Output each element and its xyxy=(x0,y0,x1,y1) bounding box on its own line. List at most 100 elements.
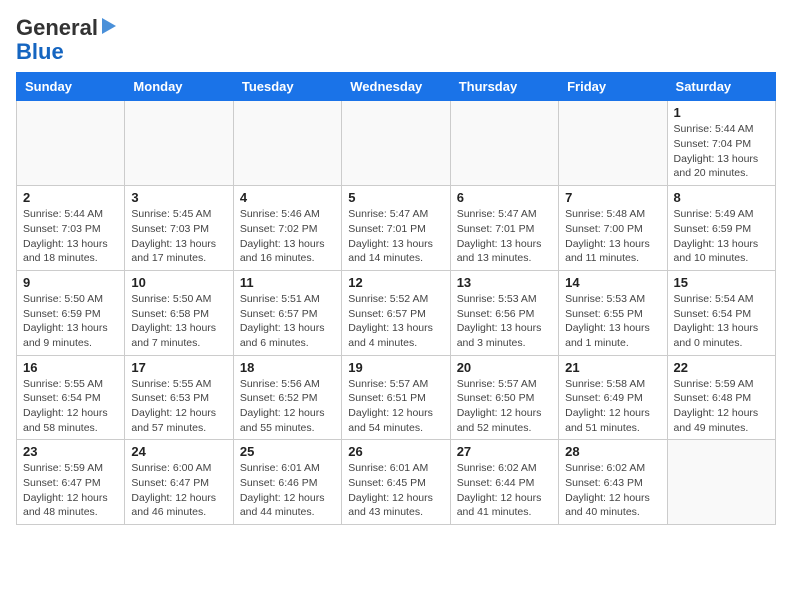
day-info: Sunrise: 5:55 AM Sunset: 6:54 PM Dayligh… xyxy=(23,377,118,436)
day-info: Sunrise: 5:52 AM Sunset: 6:57 PM Dayligh… xyxy=(348,292,443,351)
calendar-cell: 12 Sunrise: 5:52 AM Sunset: 6:57 PM Dayli… xyxy=(342,270,450,355)
day-info: Sunrise: 5:47 AM Sunset: 7:01 PM Dayligh… xyxy=(457,207,552,266)
calendar-header-row: SundayMondayTuesdayWednesdayThursdayFrid… xyxy=(17,73,776,101)
logo-blue-text: Blue xyxy=(16,40,64,64)
calendar-week-row: 1 Sunrise: 5:44 AM Sunset: 7:04 PM Daylig… xyxy=(17,101,776,186)
day-info: Sunrise: 5:53 AM Sunset: 6:56 PM Dayligh… xyxy=(457,292,552,351)
calendar-cell: 20 Sunrise: 5:57 AM Sunset: 6:50 PM Dayli… xyxy=(450,355,558,440)
calendar-cell: 24 Sunrise: 6:00 AM Sunset: 6:47 PM Dayli… xyxy=(125,440,233,525)
calendar-cell: 27Sunrise: 6:02 AM Sunset: 6:44 PM Dayli… xyxy=(450,440,558,525)
calendar-cell: 2 Sunrise: 5:44 AM Sunset: 7:03 PM Daylig… xyxy=(17,186,125,271)
day-info: Sunrise: 5:50 AM Sunset: 6:58 PM Dayligh… xyxy=(131,292,226,351)
day-info: Sunrise: 5:56 AM Sunset: 6:52 PM Dayligh… xyxy=(240,377,335,436)
day-info: Sunrise: 5:49 AM Sunset: 6:59 PM Dayligh… xyxy=(674,207,769,266)
calendar-week-row: 23 Sunrise: 5:59 AM Sunset: 6:47 PM Dayli… xyxy=(17,440,776,525)
day-info: Sunrise: 5:44 AM Sunset: 7:04 PM Dayligh… xyxy=(674,122,769,181)
day-info: Sunrise: 6:01 AM Sunset: 6:46 PM Dayligh… xyxy=(240,461,335,520)
calendar-cell xyxy=(233,101,341,186)
day-info: Sunrise: 6:01 AM Sunset: 6:45 PM Dayligh… xyxy=(348,461,443,520)
day-info: Sunrise: 5:44 AM Sunset: 7:03 PM Dayligh… xyxy=(23,207,118,266)
calendar-header-monday: Monday xyxy=(125,73,233,101)
day-info: Sunrise: 6:02 AM Sunset: 6:43 PM Dayligh… xyxy=(565,461,660,520)
calendar-cell: 13 Sunrise: 5:53 AM Sunset: 6:56 PM Dayli… xyxy=(450,270,558,355)
calendar-cell: 23 Sunrise: 5:59 AM Sunset: 6:47 PM Dayli… xyxy=(17,440,125,525)
calendar-cell: 9Sunrise: 5:50 AM Sunset: 6:59 PM Daylig… xyxy=(17,270,125,355)
page-header: General Blue xyxy=(16,16,776,64)
day-info: Sunrise: 5:58 AM Sunset: 6:49 PM Dayligh… xyxy=(565,377,660,436)
day-info: Sunrise: 5:53 AM Sunset: 6:55 PM Dayligh… xyxy=(565,292,660,351)
calendar-cell: 11 Sunrise: 5:51 AM Sunset: 6:57 PM Dayli… xyxy=(233,270,341,355)
calendar-cell xyxy=(450,101,558,186)
calendar-cell xyxy=(667,440,775,525)
calendar-header-wednesday: Wednesday xyxy=(342,73,450,101)
day-number: 14 xyxy=(565,275,660,290)
day-number: 5 xyxy=(348,190,443,205)
day-number: 20 xyxy=(457,360,552,375)
day-info: Sunrise: 5:57 AM Sunset: 6:51 PM Dayligh… xyxy=(348,377,443,436)
calendar-cell: 4Sunrise: 5:46 AM Sunset: 7:02 PM Daylig… xyxy=(233,186,341,271)
calendar-cell: 26 Sunrise: 6:01 AM Sunset: 6:45 PM Dayli… xyxy=(342,440,450,525)
calendar-week-row: 16 Sunrise: 5:55 AM Sunset: 6:54 PM Dayli… xyxy=(17,355,776,440)
day-number: 25 xyxy=(240,444,335,459)
logo: General Blue xyxy=(16,16,116,64)
day-info: Sunrise: 5:54 AM Sunset: 6:54 PM Dayligh… xyxy=(674,292,769,351)
calendar-cell: 10 Sunrise: 5:50 AM Sunset: 6:58 PM Dayli… xyxy=(125,270,233,355)
day-number: 10 xyxy=(131,275,226,290)
calendar-cell xyxy=(342,101,450,186)
day-info: Sunrise: 6:00 AM Sunset: 6:47 PM Dayligh… xyxy=(131,461,226,520)
calendar-cell xyxy=(125,101,233,186)
day-number: 18 xyxy=(240,360,335,375)
calendar-cell: 14 Sunrise: 5:53 AM Sunset: 6:55 PM Dayli… xyxy=(559,270,667,355)
day-info: Sunrise: 5:47 AM Sunset: 7:01 PM Dayligh… xyxy=(348,207,443,266)
day-number: 15 xyxy=(674,275,769,290)
calendar-cell xyxy=(559,101,667,186)
calendar-cell: 5 Sunrise: 5:47 AM Sunset: 7:01 PM Daylig… xyxy=(342,186,450,271)
calendar-cell: 1 Sunrise: 5:44 AM Sunset: 7:04 PM Daylig… xyxy=(667,101,775,186)
logo-text: General xyxy=(16,16,98,40)
calendar-cell: 17 Sunrise: 5:55 AM Sunset: 6:53 PM Dayli… xyxy=(125,355,233,440)
day-info: Sunrise: 5:57 AM Sunset: 6:50 PM Dayligh… xyxy=(457,377,552,436)
day-number: 2 xyxy=(23,190,118,205)
calendar-table: SundayMondayTuesdayWednesdayThursdayFrid… xyxy=(16,72,776,525)
calendar-cell: 25 Sunrise: 6:01 AM Sunset: 6:46 PM Dayli… xyxy=(233,440,341,525)
day-number: 17 xyxy=(131,360,226,375)
calendar-header-thursday: Thursday xyxy=(450,73,558,101)
day-info: Sunrise: 5:48 AM Sunset: 7:00 PM Dayligh… xyxy=(565,207,660,266)
calendar-header-saturday: Saturday xyxy=(667,73,775,101)
day-number: 7 xyxy=(565,190,660,205)
calendar-cell: 19 Sunrise: 5:57 AM Sunset: 6:51 PM Dayli… xyxy=(342,355,450,440)
day-number: 11 xyxy=(240,275,335,290)
calendar-week-row: 2 Sunrise: 5:44 AM Sunset: 7:03 PM Daylig… xyxy=(17,186,776,271)
day-info: Sunrise: 5:55 AM Sunset: 6:53 PM Dayligh… xyxy=(131,377,226,436)
calendar-cell: 16 Sunrise: 5:55 AM Sunset: 6:54 PM Dayli… xyxy=(17,355,125,440)
calendar-cell: 21 Sunrise: 5:58 AM Sunset: 6:49 PM Dayli… xyxy=(559,355,667,440)
calendar-week-row: 9Sunrise: 5:50 AM Sunset: 6:59 PM Daylig… xyxy=(17,270,776,355)
day-number: 26 xyxy=(348,444,443,459)
day-info: Sunrise: 5:59 AM Sunset: 6:48 PM Dayligh… xyxy=(674,377,769,436)
calendar-cell: 8 Sunrise: 5:49 AM Sunset: 6:59 PM Daylig… xyxy=(667,186,775,271)
day-number: 13 xyxy=(457,275,552,290)
calendar-header-tuesday: Tuesday xyxy=(233,73,341,101)
calendar-cell: 18 Sunrise: 5:56 AM Sunset: 6:52 PM Dayli… xyxy=(233,355,341,440)
calendar-cell xyxy=(17,101,125,186)
day-number: 19 xyxy=(348,360,443,375)
day-info: Sunrise: 5:45 AM Sunset: 7:03 PM Dayligh… xyxy=(131,207,226,266)
calendar-cell: 3Sunrise: 5:45 AM Sunset: 7:03 PM Daylig… xyxy=(125,186,233,271)
calendar-cell: 6Sunrise: 5:47 AM Sunset: 7:01 PM Daylig… xyxy=(450,186,558,271)
day-number: 12 xyxy=(348,275,443,290)
calendar-cell: 15 Sunrise: 5:54 AM Sunset: 6:54 PM Dayli… xyxy=(667,270,775,355)
day-number: 1 xyxy=(674,105,769,120)
day-number: 22 xyxy=(674,360,769,375)
day-number: 23 xyxy=(23,444,118,459)
day-info: Sunrise: 6:02 AM Sunset: 6:44 PM Dayligh… xyxy=(457,461,552,520)
calendar-cell: 7 Sunrise: 5:48 AM Sunset: 7:00 PM Daylig… xyxy=(559,186,667,271)
day-number: 24 xyxy=(131,444,226,459)
day-number: 21 xyxy=(565,360,660,375)
day-info: Sunrise: 5:59 AM Sunset: 6:47 PM Dayligh… xyxy=(23,461,118,520)
calendar-header-friday: Friday xyxy=(559,73,667,101)
day-info: Sunrise: 5:51 AM Sunset: 6:57 PM Dayligh… xyxy=(240,292,335,351)
day-number: 8 xyxy=(674,190,769,205)
day-number: 16 xyxy=(23,360,118,375)
calendar-cell: 22 Sunrise: 5:59 AM Sunset: 6:48 PM Dayli… xyxy=(667,355,775,440)
calendar-header-sunday: Sunday xyxy=(17,73,125,101)
